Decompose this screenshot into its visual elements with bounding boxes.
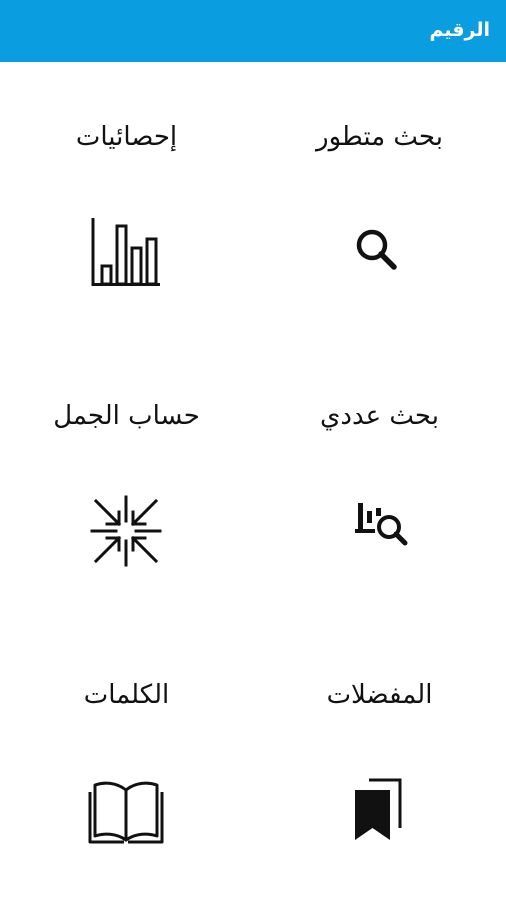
compress-arrows-icon <box>86 491 166 571</box>
menu-item-label: حساب الجمل <box>53 401 200 431</box>
menu-item-advanced-search[interactable]: بحث متطور <box>253 62 506 341</box>
menu-item-favorites[interactable]: المفضلات <box>253 620 506 899</box>
menu-item-words[interactable]: الكلمات <box>0 620 253 899</box>
numeric-search-icon <box>339 491 419 571</box>
app-title: الرقيم <box>429 19 490 41</box>
menu-item-label: إحصائيات <box>75 122 178 152</box>
menu-grid: بحث متطور إحصائيات بحث عددي حساب الجمل ا… <box>0 62 506 900</box>
menu-item-label: بحث متطور <box>316 122 443 152</box>
menu-item-abjad-calculation[interactable]: حساب الجمل <box>0 341 253 620</box>
menu-item-label: الكلمات <box>83 680 170 710</box>
app-bar: الرقيم <box>0 0 506 62</box>
search-icon <box>339 212 419 292</box>
menu-item-label: بحث عددي <box>320 401 439 431</box>
menu-item-label: المفضلات <box>326 680 433 710</box>
bookmarks-icon <box>339 770 419 850</box>
home-screen: الرقيم بحث متطور إحصائيات بحث عددي حساب … <box>0 0 506 900</box>
bar-chart-icon <box>86 212 166 292</box>
open-book-icon <box>86 770 166 850</box>
menu-item-statistics[interactable]: إحصائيات <box>0 62 253 341</box>
menu-item-numeric-search[interactable]: بحث عددي <box>253 341 506 620</box>
